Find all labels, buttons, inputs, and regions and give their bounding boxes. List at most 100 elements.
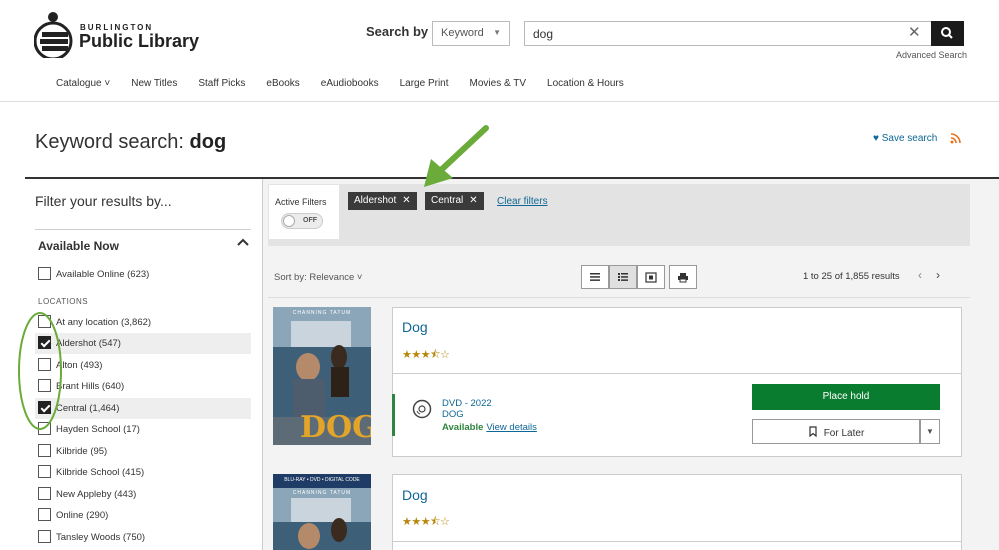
checkbox[interactable] [38,465,51,478]
active-filters-box [269,185,339,239]
checkbox[interactable] [38,487,51,500]
search-button[interactable] [931,21,964,46]
clear-search-icon[interactable]: ✕ [908,23,921,41]
location-checkbox-alton[interactable]: Alton (493) [35,355,251,376]
result-card [392,474,962,550]
cover-sub-text: CHANNING TATUM [292,490,352,496]
nav-item-new-titles[interactable]: New Titles [131,78,177,89]
filter-chip-aldershot[interactable]: Aldershot ✕ [348,192,417,210]
availability-indicator [392,394,395,436]
available-now-heading[interactable]: Available Now [38,239,119,253]
dvd-icon [412,399,432,419]
nav-item-eaudiobooks[interactable]: eAudiobooks [321,78,379,89]
library-logo[interactable]: BURLINGTON Public Library [34,10,204,60]
location-checkbox-central[interactable]: Central (1,464) [35,398,251,419]
availability-text: Available [442,422,484,433]
page-title-prefix: Keyword search: [35,131,190,153]
locations-label: LOCATIONS [38,297,89,306]
checkbox[interactable] [38,444,51,457]
card-divider [392,541,962,542]
sidebar-border [262,179,263,550]
rss-icon[interactable] [950,133,961,144]
checkbox-label: Tansley Woods (750) [56,532,146,543]
checkbox[interactable] [38,422,51,435]
shelf-dropdown-button[interactable]: ▼ [920,419,940,444]
active-filters-label: Active Filters [275,197,327,207]
close-icon[interactable]: ✕ [469,195,477,206]
location-checkbox-new-appleby[interactable]: New Appleby (443) [35,484,251,505]
grid-view-button[interactable] [637,265,665,289]
location-checkbox-kilbride[interactable]: Kilbride (95) [35,441,251,462]
checkbox[interactable] [38,530,51,543]
save-search-link[interactable]: ♥ Save search [873,133,937,144]
filter-title: Filter your results by... [35,193,172,209]
nav-item-ebooks[interactable]: eBooks [266,78,299,89]
print-button[interactable] [669,265,697,289]
location-checkbox-aldershot[interactable]: Aldershot (547) [35,333,251,354]
search-by-label: Search by [366,24,429,39]
bookmark-icon [809,426,817,438]
close-icon[interactable]: ✕ [402,195,410,206]
view-details-link[interactable]: View details [486,422,537,433]
active-filters-toggle[interactable]: OFF [281,213,323,229]
cover-top-text: CHANNING TATUM [292,310,352,316]
view-toggle-group [581,265,665,289]
detail-view-button[interactable] [609,265,637,289]
location-checkbox-kilbride-school[interactable]: Kilbride School (415) [35,462,251,483]
nav-item-catalogue[interactable]: Catalogue ˅ [56,78,110,89]
clear-filters-link[interactable]: Clear filters [497,196,548,207]
checkbox-label: Brant Hills (640) [56,381,125,392]
next-page-button[interactable]: › [936,268,940,282]
annotation-arrow-shaft [437,125,489,174]
card-divider [392,373,962,374]
header-divider [0,101,999,102]
toggle-state: OFF [303,217,317,224]
advanced-search-link[interactable]: Advanced Search [896,50,967,60]
detail-list-icon [618,273,628,281]
list-view-button[interactable] [581,265,609,289]
available-online-checkbox[interactable]: Available Online (623) [35,264,251,285]
chip-label: Aldershot [354,195,397,206]
sort-dropdown[interactable]: Sort by: Relevance ˅ [274,272,362,283]
location-checkbox-tansley-woods[interactable]: Tansley Woods (750) [35,527,251,548]
nav-item-location-hours[interactable]: Location & Hours [547,78,624,89]
result-title-link[interactable]: Dog [402,319,428,335]
search-input[interactable]: dog [524,21,932,46]
main-nav: Catalogue ˅ New Titles Staff Picks eBook… [56,78,645,89]
location-checkbox-hayden-school[interactable]: Hayden School (17) [35,419,251,440]
result-cover-image[interactable]: BLU-RAY • DVD • DIGITAL CODE CHANNING TA… [273,474,371,550]
checkbox[interactable] [38,508,51,521]
result-cover-image[interactable]: CHANNING TATUM DOG [273,307,371,445]
cover-top-text: BLU-RAY • DVD • DIGITAL CODE [284,477,360,483]
for-later-button[interactable]: For Later [752,419,920,444]
search-type-select[interactable]: Keyword ▼ [432,21,510,46]
checkbox-label: Alton (493) [56,360,103,371]
checkbox-label: Central (1,464) [56,403,120,414]
prev-page-button[interactable]: ‹ [918,268,922,282]
location-checkbox-any[interactable]: At any location (3,862) [35,312,251,333]
nav-item-staff-picks[interactable]: Staff Picks [198,78,245,89]
nav-item-movies-tv[interactable]: Movies & TV [470,78,527,89]
checkbox-checked[interactable] [38,336,51,349]
chevron-down-icon: ▼ [493,28,501,37]
checkbox[interactable] [38,267,51,280]
checkbox-checked[interactable] [38,401,51,414]
checkbox-label: Kilbride School (415) [56,467,145,478]
checkbox[interactable] [38,358,51,371]
checkbox[interactable] [38,315,51,328]
filter-chip-central[interactable]: Central ✕ [425,192,484,210]
checkbox[interactable] [38,379,51,392]
logo-big-text: Public Library [79,31,200,51]
nav-item-large-print[interactable]: Large Print [400,78,449,89]
movie-cover [273,474,371,550]
result-title-link[interactable]: Dog [402,487,428,503]
location-checkbox-brant-hills[interactable]: Brant Hills (640) [35,376,251,397]
cover-title-text: DOG [300,410,371,445]
page-title: Keyword search: dog [35,131,226,154]
availability-status: Available View details [442,422,537,434]
chevron-up-icon[interactable] [237,237,249,249]
checkbox-label: At any location (3,862) [56,317,152,328]
place-hold-button[interactable]: Place hold [752,384,940,410]
checkbox-label: Online (290) [56,510,109,521]
location-checkbox-online[interactable]: Online (290) [35,505,251,526]
